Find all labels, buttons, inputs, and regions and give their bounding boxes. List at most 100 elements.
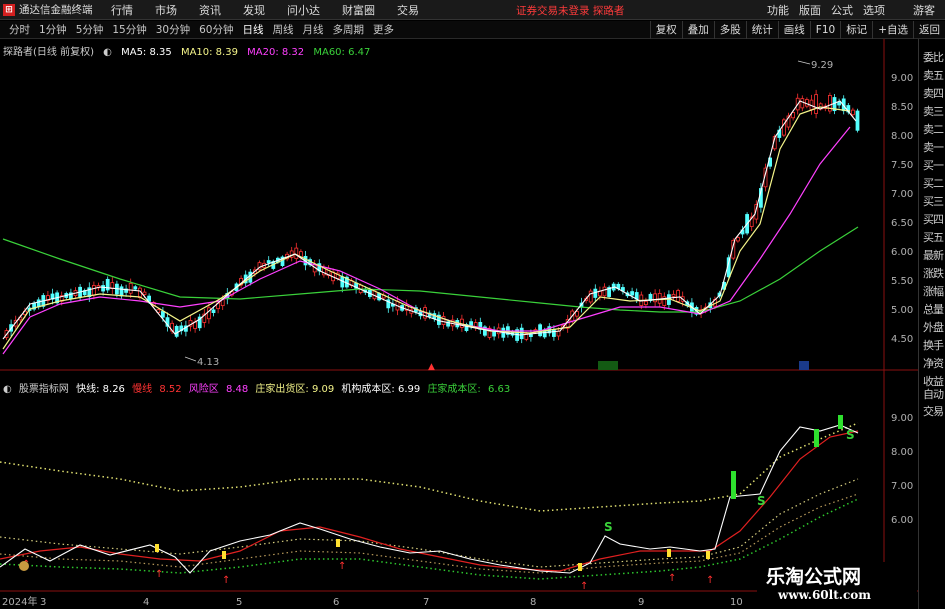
period-60min[interactable]: 60分钟 xyxy=(199,22,233,37)
candle xyxy=(837,101,841,106)
buy-signal-bar xyxy=(706,551,710,559)
panel-item[interactable]: 涨跌 xyxy=(921,265,945,281)
finance-badge[interactable] xyxy=(799,361,809,370)
add-watchlist-button[interactable]: +自选 xyxy=(872,21,913,39)
login-status[interactable]: 证券交易未登录 探路者 xyxy=(516,3,624,18)
menu-formula[interactable]: 公式 xyxy=(831,2,853,18)
menu-news[interactable]: 资讯 xyxy=(199,2,221,18)
menu-trade[interactable]: 交易 xyxy=(397,2,419,18)
sell-signal-bar xyxy=(838,415,843,429)
indicator-settings-icon[interactable]: ◐ xyxy=(3,384,12,395)
buy-arrow-icon: ↑ xyxy=(580,581,588,592)
candle xyxy=(552,329,556,337)
title-bar: ⊞ 通达信金融终端 行情 市场 资讯 发现 问小达 财富圈 交易 证券交易未登录… xyxy=(0,0,945,20)
panel-item[interactable]: 卖二 xyxy=(921,121,945,137)
menu-market[interactable]: 市场 xyxy=(155,2,177,18)
panel-item[interactable]: 买五 xyxy=(921,229,945,245)
menu-options[interactable]: 选项 xyxy=(863,2,885,18)
coin-icon xyxy=(19,561,29,571)
ma60-value: MA60: 6.47 xyxy=(313,47,371,58)
panel-item[interactable]: 买一 xyxy=(921,157,945,173)
buy-arrow-icon: ↑ xyxy=(222,575,230,586)
period-more[interactable]: 更多 xyxy=(373,22,394,37)
stock-name: 探路者(日线 前复权) xyxy=(3,47,94,58)
menu-quotes[interactable]: 行情 xyxy=(111,2,133,18)
panel-item[interactable]: 净资 xyxy=(921,355,945,371)
candle xyxy=(653,293,657,303)
panel-item[interactable]: 委比 xyxy=(921,49,945,65)
panel-item[interactable]: 涨幅 xyxy=(921,283,945,299)
period-30min[interactable]: 30分钟 xyxy=(156,22,190,37)
overlay-button[interactable]: 叠加 xyxy=(681,21,714,39)
period-daily[interactable]: 日线 xyxy=(243,22,264,37)
panel-item[interactable]: 外盘 xyxy=(921,319,945,335)
draw-line-button[interactable]: 画线 xyxy=(777,21,810,39)
period-15min[interactable]: 15分钟 xyxy=(112,22,146,37)
ind-tick: 7.00 xyxy=(891,481,913,492)
menu-ask[interactable]: 问小达 xyxy=(287,2,320,18)
candle xyxy=(160,311,165,318)
buy-signal-bar xyxy=(578,563,582,571)
candle xyxy=(294,247,299,260)
price-tick: 8.00 xyxy=(891,131,913,142)
candle xyxy=(119,286,124,297)
event-marker[interactable]: ▲ xyxy=(428,362,435,372)
kline-chart[interactable]: 9.00 8.50 8.00 7.50 7.00 6.50 6.00 5.50 … xyxy=(0,39,918,609)
panel-item[interactable]: 卖一 xyxy=(921,139,945,155)
candle xyxy=(519,327,524,340)
sell-signal-icon: S xyxy=(846,428,855,442)
mark-button[interactable]: 标记 xyxy=(840,21,872,39)
menu-wealth[interactable]: 财富圈 xyxy=(342,2,375,18)
ma10-value: MA10: 8.39 xyxy=(180,47,238,58)
settings-icon[interactable]: ◐ xyxy=(103,47,112,58)
price-tick: 5.00 xyxy=(891,305,913,316)
panel-item[interactable]: 卖四 xyxy=(921,85,945,101)
fast-line-value: 快线: 8.26 xyxy=(76,384,125,395)
watermark-url: www.60lt.com xyxy=(778,588,871,602)
panel-item[interactable]: 卖三 xyxy=(921,103,945,119)
dealer-out-value: 庄家出货区: 9.09 xyxy=(255,384,335,395)
buy-arrow-icon: ↑ xyxy=(668,573,676,584)
candle xyxy=(800,98,805,109)
period-weekly[interactable]: 周线 xyxy=(273,22,294,37)
candle xyxy=(133,286,138,290)
auto-button[interactable]: 自动 xyxy=(921,386,945,402)
panel-item[interactable]: 最新 xyxy=(921,247,945,263)
panel-item[interactable]: 卖五 xyxy=(921,67,945,83)
price-tick: 9.00 xyxy=(891,73,913,84)
date-tick: 8 xyxy=(530,597,536,608)
ma5-value: MA5: 8.35 xyxy=(121,47,172,58)
back-button[interactable]: 返回 xyxy=(913,21,945,39)
statistics-button[interactable]: 统计 xyxy=(745,21,778,39)
restore-rights-button[interactable]: 复权 xyxy=(649,21,682,39)
candle xyxy=(814,94,818,114)
buy-signal-bar xyxy=(336,539,340,547)
panel-item[interactable]: 换手 xyxy=(921,337,945,353)
guest-user[interactable]: 游客 xyxy=(913,2,935,18)
buy-arrow-icon: ↑ xyxy=(155,569,163,580)
menu-layout[interactable]: 版面 xyxy=(799,2,821,18)
period-5min[interactable]: 5分钟 xyxy=(76,22,104,37)
panel-item[interactable]: 买四 xyxy=(921,211,945,227)
candle xyxy=(671,293,676,297)
candle xyxy=(92,285,96,296)
period-1min[interactable]: 1分钟 xyxy=(39,22,67,37)
risk-zone-label: 风险区 xyxy=(188,384,219,395)
period-multi[interactable]: 多周期 xyxy=(333,22,365,37)
menu-discover[interactable]: 发现 xyxy=(243,2,265,18)
f10-button[interactable]: F10 xyxy=(809,21,840,39)
menu-function[interactable]: 功能 xyxy=(767,2,789,18)
event-badge[interactable] xyxy=(598,361,618,370)
indicator-name: 股票指标网 xyxy=(18,384,69,395)
inst-cost-value: 机构成本区: 6.99 xyxy=(341,384,421,395)
panel-item[interactable]: 总量 xyxy=(921,301,945,317)
watermark-title: 乐淘公式网 xyxy=(766,566,862,588)
trade-button[interactable]: 交易 xyxy=(921,403,945,419)
candle xyxy=(851,109,855,116)
panel-item[interactable]: 买三 xyxy=(921,193,945,209)
panel-item[interactable]: 买二 xyxy=(921,175,945,191)
period-monthly[interactable]: 月线 xyxy=(303,22,324,37)
multi-stock-button[interactable]: 多股 xyxy=(713,21,746,39)
period-intraday[interactable]: 分时 xyxy=(9,22,30,37)
ind-tick: 6.00 xyxy=(891,515,913,526)
